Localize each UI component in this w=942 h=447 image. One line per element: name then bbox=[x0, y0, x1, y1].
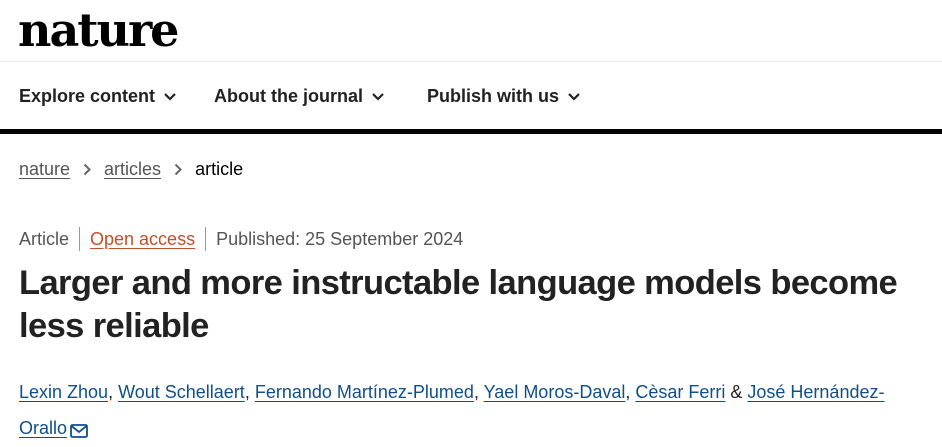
author-link[interactable]: Wout Schellaert bbox=[118, 382, 245, 402]
meta-divider bbox=[205, 227, 207, 251]
author-separator: , bbox=[625, 382, 636, 402]
nav-divider bbox=[0, 129, 942, 134]
author-separator: , bbox=[473, 382, 484, 402]
nature-logo[interactable]: nature bbox=[18, 2, 179, 58]
chevron-down-icon bbox=[568, 92, 580, 101]
chevron-down-icon bbox=[164, 92, 176, 101]
meta-divider bbox=[79, 227, 81, 251]
breadcrumb-nature[interactable]: nature bbox=[19, 159, 70, 180]
author-separator: & bbox=[725, 382, 748, 402]
author-list: Lexin Zhou, Wout Schellaert, Fernando Ma… bbox=[19, 374, 929, 447]
author-separator: , bbox=[244, 382, 255, 402]
author-link[interactable]: Fernando Martínez-Plumed bbox=[255, 382, 474, 402]
article-title: Larger and more instructable language mo… bbox=[19, 264, 898, 345]
nav-about-the-journal[interactable]: About the journal bbox=[214, 86, 384, 107]
author-link[interactable]: Cèsar Ferri bbox=[635, 382, 725, 402]
author-link[interactable]: Lexin Zhou bbox=[19, 382, 108, 402]
chevron-right-icon bbox=[83, 163, 91, 176]
breadcrumb-articles[interactable]: articles bbox=[104, 159, 161, 180]
nav-publish-with-us[interactable]: Publish with us bbox=[427, 86, 580, 107]
envelope-icon[interactable] bbox=[70, 414, 88, 447]
breadcrumb-article: article bbox=[195, 159, 244, 179]
chevron-down-icon bbox=[372, 92, 384, 101]
article-meta: Article Open access Published: 25 Septem… bbox=[19, 227, 463, 251]
nav-publish-with-us-label: Publish with us bbox=[427, 86, 560, 106]
author-separator: , bbox=[108, 382, 119, 402]
chevron-right-icon bbox=[174, 163, 182, 176]
breadcrumb: nature articles article bbox=[19, 159, 243, 180]
site-header: nature bbox=[0, 0, 942, 62]
nav-explore-content[interactable]: Explore content bbox=[19, 86, 176, 107]
nav-explore-content-label: Explore content bbox=[19, 86, 156, 106]
article-type: Article bbox=[19, 228, 70, 249]
author-link[interactable]: Yael Moros-Daval bbox=[484, 382, 626, 402]
published-date: Published: 25 September 2024 bbox=[216, 228, 464, 249]
nav-about-the-journal-label: About the journal bbox=[214, 86, 363, 106]
open-access-link[interactable]: Open access bbox=[90, 229, 195, 250]
main-nav: Explore content About the journal Publis… bbox=[0, 62, 942, 129]
